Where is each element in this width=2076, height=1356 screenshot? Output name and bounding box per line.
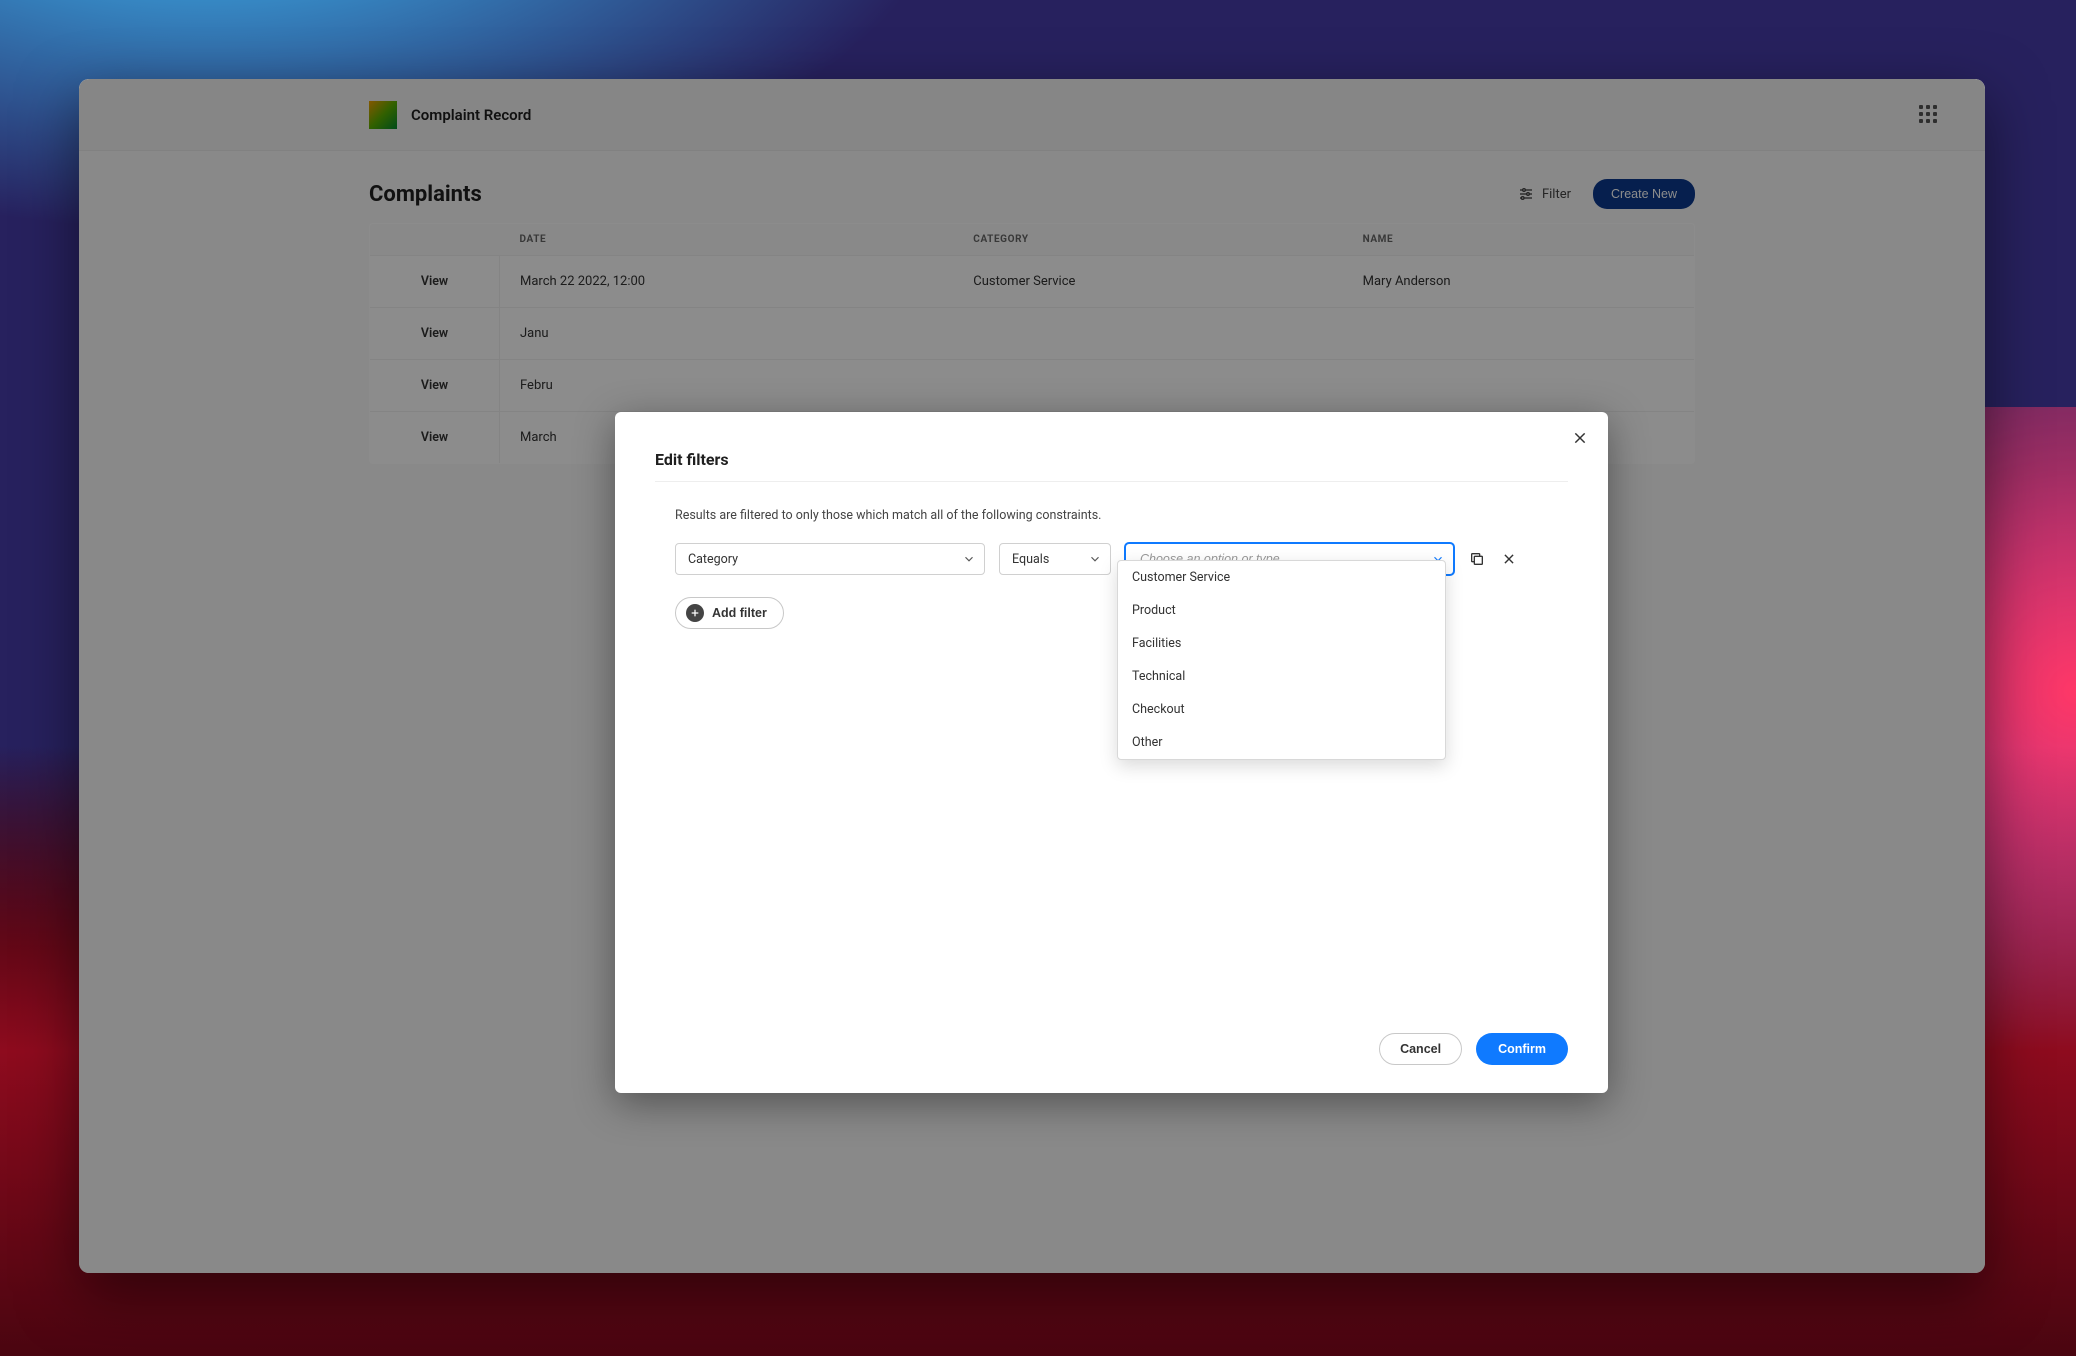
chevron-down-icon [1088, 552, 1102, 566]
add-filter-label: Add filter [712, 606, 767, 620]
field-select-value: Category [688, 552, 738, 567]
modal-body: Results are filtered to only those which… [615, 482, 1608, 1013]
cancel-button[interactable]: Cancel [1379, 1033, 1462, 1065]
value-option[interactable]: Facilities [1118, 627, 1445, 660]
value-option[interactable]: Technical [1118, 660, 1445, 693]
close-icon [1572, 430, 1588, 446]
filter-row-actions [1468, 550, 1518, 568]
operator-select[interactable]: Equals [999, 543, 1111, 575]
edit-filters-modal: Edit filters Results are filtered to onl… [615, 412, 1608, 1093]
add-filter-button[interactable]: Add filter [675, 597, 784, 629]
remove-filter-button[interactable] [1500, 550, 1518, 568]
plus-circle-icon [686, 604, 704, 622]
modal-hint: Results are filtered to only those which… [675, 508, 1568, 523]
value-option[interactable]: Customer Service [1118, 561, 1445, 594]
chevron-down-icon [962, 552, 976, 566]
value-options-dropdown: Customer Service Product Facilities Tech… [1117, 560, 1446, 760]
close-icon [1500, 550, 1518, 568]
operator-select-value: Equals [1012, 552, 1049, 567]
duplicate-filter-button[interactable] [1468, 550, 1486, 568]
value-option[interactable]: Product [1118, 594, 1445, 627]
value-option[interactable]: Other [1118, 726, 1445, 759]
close-button[interactable] [1568, 426, 1592, 450]
copy-icon [1468, 550, 1486, 568]
value-option[interactable]: Checkout [1118, 693, 1445, 726]
modal-footer: Cancel Confirm [615, 1013, 1608, 1093]
field-select[interactable]: Category [675, 543, 985, 575]
confirm-button[interactable]: Confirm [1476, 1033, 1568, 1065]
modal-title: Edit filters [655, 450, 1568, 469]
app-window: Complaint Record Complaints [79, 79, 1985, 1273]
